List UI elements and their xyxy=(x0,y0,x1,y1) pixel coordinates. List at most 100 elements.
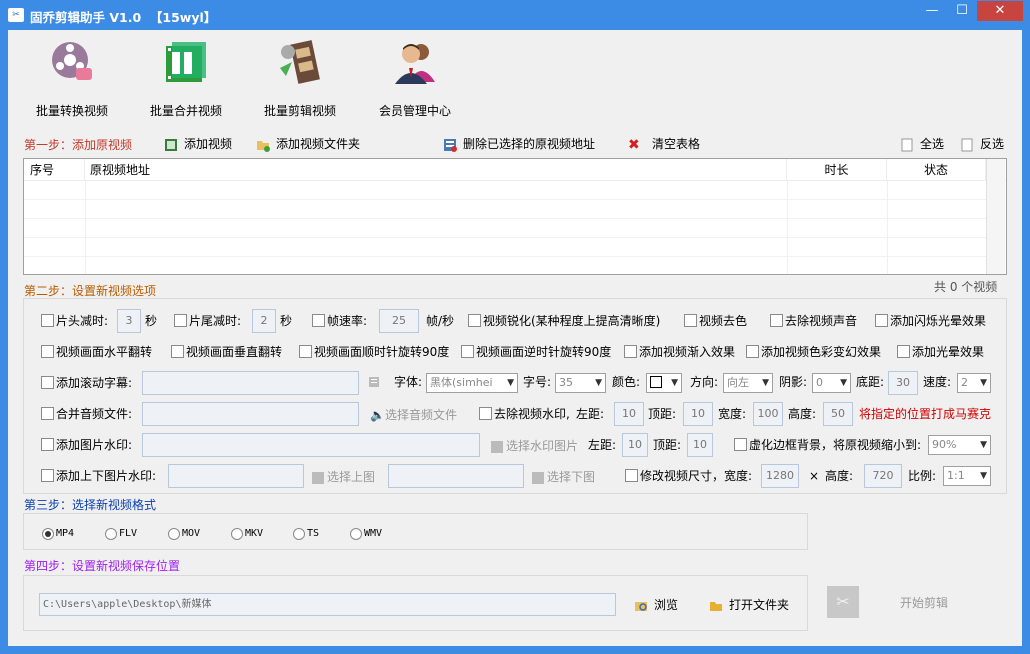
format-radio-mkv[interactable] xyxy=(231,528,243,540)
wm-top-input[interactable]: 10 xyxy=(683,402,713,426)
color-picker[interactable]: ▼ xyxy=(646,373,682,393)
table-row[interactable] xyxy=(24,200,986,219)
select-all-button[interactable]: 全选 xyxy=(900,135,944,153)
choose-top-button[interactable]: 选择上图 xyxy=(312,468,375,485)
save-path-input[interactable]: C:\Users\apple\Desktop\新媒体 xyxy=(39,593,616,616)
batch-convert-button[interactable]: 批量转换视频 xyxy=(22,38,122,124)
table-row[interactable] xyxy=(24,238,986,257)
col-duration[interactable]: 时长 xyxy=(787,159,887,181)
col-status[interactable]: 状态 xyxy=(887,159,986,181)
invert-select-button[interactable]: 反选 xyxy=(960,135,1004,153)
font-select[interactable]: 黑体(simhei ▼ xyxy=(426,373,518,393)
table-row[interactable] xyxy=(24,219,986,238)
format-label-ts: TS xyxy=(307,528,320,539)
rotate-ccw-checkbox[interactable] xyxy=(461,345,474,358)
merge-audio-checkbox[interactable] xyxy=(41,407,54,420)
add-folder-button[interactable]: 添加视频文件夹 xyxy=(256,135,360,153)
start-edit-button[interactable]: 开始剪辑 xyxy=(900,594,948,611)
watermark-path-input[interactable] xyxy=(142,433,480,457)
video-table[interactable]: 序号 原视频地址 时长 状态 xyxy=(23,158,1007,276)
head-trim-input[interactable]: 3 xyxy=(117,309,141,333)
ratio-value: 1:1 xyxy=(947,469,965,482)
fps-input[interactable]: 25 xyxy=(379,309,419,333)
resize-width-input[interactable]: 1280 xyxy=(761,464,799,488)
decolor-checkbox[interactable] xyxy=(684,314,697,327)
format-radio-ts[interactable] xyxy=(293,528,305,540)
close-button[interactable]: ✕ xyxy=(977,1,1023,21)
head-trim-checkbox[interactable] xyxy=(41,314,54,327)
choose-audio-button[interactable]: 🔈选择音频文件 xyxy=(370,406,457,423)
browse-button[interactable]: 浏览 xyxy=(634,596,678,613)
add-video-button[interactable]: 添加视频 xyxy=(164,135,232,153)
audio-path-input[interactable] xyxy=(142,402,359,426)
format-radio-wmv[interactable] xyxy=(350,528,362,540)
fadein-checkbox[interactable] xyxy=(624,345,637,358)
choose-watermark-button[interactable]: 选择水印图片 xyxy=(491,437,578,454)
batch-edit-button[interactable]: 批量剪辑视频 xyxy=(250,38,350,124)
speed-select[interactable]: 2 ▼ xyxy=(957,373,991,393)
maximize-button[interactable]: ☐ xyxy=(947,1,977,21)
flash-checkbox[interactable] xyxy=(875,314,888,327)
img-wm-left-input[interactable]: 10 xyxy=(622,433,648,457)
tail-trim-checkbox[interactable] xyxy=(174,314,187,327)
vflip-checkbox[interactable] xyxy=(171,345,184,358)
hflip-checkbox[interactable] xyxy=(41,345,54,358)
remove-audio-checkbox[interactable] xyxy=(770,314,783,327)
users-icon xyxy=(391,38,439,86)
scale-select[interactable]: 90% ▼ xyxy=(928,435,991,455)
edit-text-icon[interactable] xyxy=(368,375,382,389)
col-path[interactable]: 原视频地址 xyxy=(85,159,787,181)
table-row[interactable] xyxy=(24,181,986,200)
top-bottom-watermark-checkbox[interactable] xyxy=(41,469,54,482)
ratio-select[interactable]: 1:1 ▼ xyxy=(943,466,991,486)
wm-left-input[interactable]: 10 xyxy=(614,402,644,426)
img-wm-left-label: 左距: xyxy=(588,438,617,452)
bottom-label: 底距: xyxy=(856,375,885,389)
step4-title: 第四步：设置新视频保存位置 xyxy=(24,559,181,573)
resize-checkbox[interactable] xyxy=(625,469,638,482)
shadow-select[interactable]: 0 ▼ xyxy=(812,373,851,393)
batch-merge-button[interactable]: 批量合并视频 xyxy=(136,38,236,124)
sharpen-checkbox[interactable] xyxy=(468,314,481,327)
delete-selected-button[interactable]: 删除已选择的原视频地址 xyxy=(443,135,595,153)
minimize-button[interactable]: — xyxy=(917,1,947,21)
format-radio-mov[interactable] xyxy=(168,528,180,540)
clear-table-button[interactable]: ✖ 清空表格 xyxy=(628,135,700,153)
remove-watermark-checkbox[interactable] xyxy=(479,407,492,420)
color-fx-checkbox[interactable] xyxy=(746,345,759,358)
member-center-button[interactable]: 会员管理中心 xyxy=(365,38,465,124)
resize-height-input[interactable]: 720 xyxy=(864,464,902,488)
top-bottom-watermark-label: 添加上下图片水印: xyxy=(56,469,157,483)
wm-width-input[interactable]: 100 xyxy=(753,402,783,426)
size-select[interactable]: 35 ▼ xyxy=(555,373,606,393)
select-all-label: 全选 xyxy=(920,137,945,151)
image-watermark-checkbox[interactable] xyxy=(41,438,54,451)
open-folder-button[interactable]: 打开文件夹 xyxy=(709,596,789,613)
img-wm-top-input[interactable]: 10 xyxy=(687,433,713,457)
col-index[interactable]: 序号 xyxy=(24,159,85,181)
fps-checkbox[interactable] xyxy=(312,314,325,327)
rotate-cw-checkbox[interactable] xyxy=(299,345,312,358)
choose-bottom-button[interactable]: 选择下图 xyxy=(532,468,595,485)
wm-height-input[interactable]: 50 xyxy=(823,402,853,426)
direction-select[interactable]: 向左 ▼ xyxy=(723,373,773,393)
bottom-input[interactable]: 30 xyxy=(888,371,918,395)
toolbar-label: 批量合并视频 xyxy=(149,104,222,118)
blur-border-checkbox[interactable] xyxy=(734,438,747,451)
title-bar[interactable]: ✂ 固乔剪辑助手 V1.0 【15wyl】 — ☐ ✕ xyxy=(0,0,1030,30)
red-x-icon: ✖ xyxy=(628,136,640,153)
format-radio-flv[interactable] xyxy=(105,528,117,540)
remove-audio-label: 去除视频声音 xyxy=(785,314,858,328)
vertical-scrollbar[interactable] xyxy=(986,159,1005,274)
start-edit-icon[interactable]: ✂ xyxy=(827,586,859,618)
subtitle-input[interactable] xyxy=(142,371,359,395)
table-row[interactable] xyxy=(24,257,986,276)
video-count: 共 0 个视频 xyxy=(934,280,998,294)
top-image-input[interactable] xyxy=(168,464,304,488)
tail-trim-input[interactable]: 2 xyxy=(252,309,276,333)
glow-checkbox[interactable] xyxy=(897,345,910,358)
format-radio-mp4[interactable] xyxy=(42,528,54,540)
subtitle-checkbox[interactable] xyxy=(41,376,54,389)
bottom-image-input[interactable] xyxy=(388,464,524,488)
sharpen-label: 视频锐化(某种程度上提高清晰度) xyxy=(483,314,661,328)
